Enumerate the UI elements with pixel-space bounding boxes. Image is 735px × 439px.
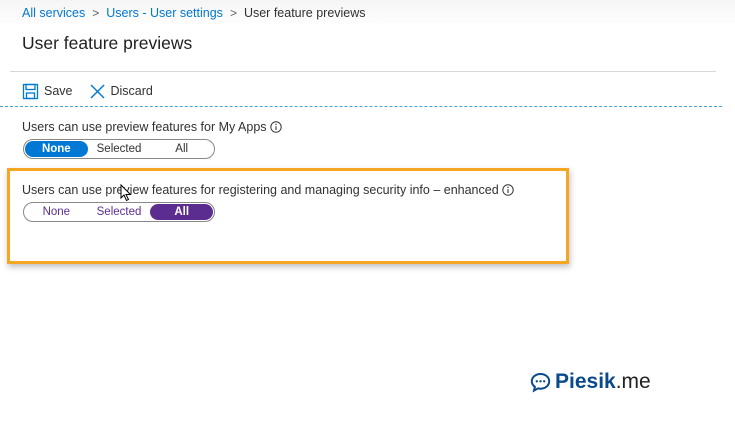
- discard-label: Discard: [110, 84, 153, 98]
- breadcrumb: All services > Users - User settings > User …: [22, 6, 366, 20]
- toggle-option-all[interactable]: All: [150, 204, 214, 220]
- breadcrumb-separator: >: [229, 6, 237, 20]
- watermark-brand: Piesik: [555, 370, 616, 393]
- watermark: Piesik .me: [530, 370, 651, 394]
- breadcrumb-current: User feature previews: [243, 6, 366, 20]
- toggle-option-all[interactable]: All: [150, 141, 213, 157]
- save-button[interactable]: Save: [22, 83, 73, 100]
- breadcrumb-user-settings[interactable]: Users - User settings: [106, 6, 223, 20]
- breadcrumb-all-services[interactable]: All services: [22, 6, 85, 20]
- command-bar: Save Discard: [22, 80, 153, 102]
- setting-label-security-info: Users can use preview features for regis…: [22, 183, 514, 197]
- setting-label-my-apps: Users can use preview features for My Ap…: [22, 120, 282, 134]
- save-label: Save: [44, 84, 73, 98]
- toggle-group-security-info: None Selected All: [23, 202, 215, 222]
- toggle-option-none[interactable]: None: [25, 204, 88, 220]
- watermark-suffix: .me: [615, 370, 651, 393]
- breadcrumb-separator: >: [92, 6, 100, 20]
- close-icon: [89, 83, 106, 100]
- save-icon: [22, 83, 39, 100]
- setting-label-text: Users can use preview features for My Ap…: [22, 120, 267, 134]
- toggle-option-selected[interactable]: Selected: [88, 204, 151, 220]
- toggle-option-none[interactable]: None: [25, 141, 88, 157]
- toolbar-divider: [0, 106, 722, 107]
- info-icon[interactable]: [501, 184, 514, 196]
- page-title: User feature previews: [22, 33, 193, 53]
- chat-bubble-icon: [530, 372, 551, 393]
- setting-label-text: Users can use preview features for regis…: [22, 183, 499, 197]
- toggle-group-my-apps: None Selected All: [23, 139, 215, 159]
- divider: [10, 71, 716, 72]
- info-icon[interactable]: [269, 121, 282, 133]
- toggle-option-selected[interactable]: Selected: [88, 141, 151, 157]
- discard-button[interactable]: Discard: [89, 83, 153, 100]
